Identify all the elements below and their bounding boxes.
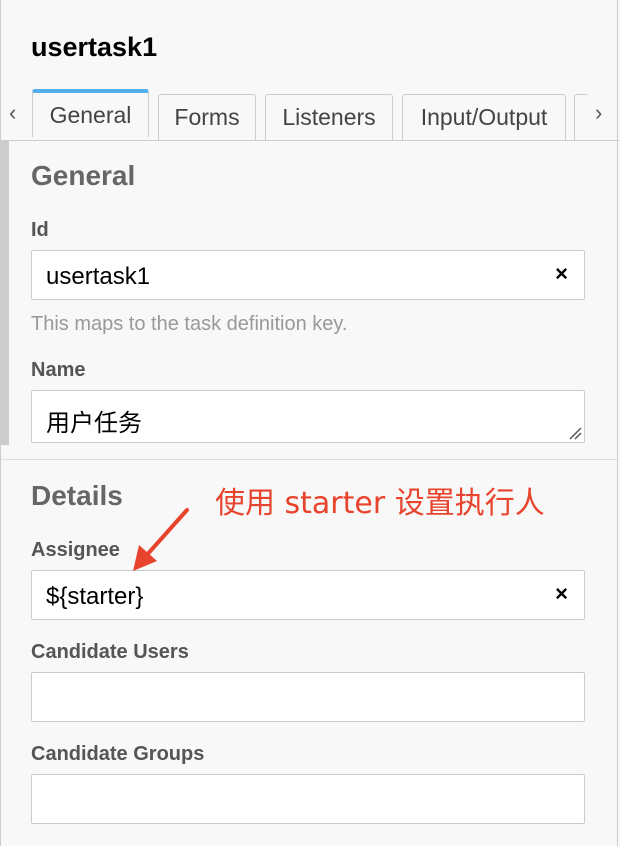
id-field[interactable]: usertask1 × <box>31 250 585 300</box>
candidate-users-label: Candidate Users <box>31 641 189 663</box>
candidate-groups-label: Candidate Groups <box>31 743 205 765</box>
name-value: 用户任务 <box>46 410 142 437</box>
annotation-text: 使用 starter 设置执行人 <box>215 486 545 521</box>
assignee-label: Assignee <box>31 539 120 561</box>
assignee-clear-icon[interactable]: × <box>555 581 568 607</box>
general-section-bar <box>1 141 9 445</box>
annotation-arrow-icon <box>133 508 189 571</box>
resize-handle-icon[interactable] <box>568 426 582 440</box>
tab-overflow[interactable] <box>574 94 588 140</box>
tab-input-output[interactable]: Input/Output <box>402 94 566 140</box>
assignee-value: ${starter} <box>46 583 144 610</box>
name-label: Name <box>31 359 86 381</box>
element-title: usertask1 <box>31 32 158 62</box>
id-hint: This maps to the task definition key. <box>31 313 348 335</box>
id-label: Id <box>31 219 49 241</box>
tabs-prev-arrow-icon[interactable]: ‹ <box>9 100 16 126</box>
assignee-field[interactable]: ${starter} × <box>31 570 585 620</box>
details-heading: Details <box>31 480 123 511</box>
tab-general[interactable]: General <box>32 89 149 137</box>
candidate-users-field[interactable] <box>31 672 585 722</box>
tab-bar: ‹ General Forms Listeners Input/Output › <box>1 86 619 141</box>
name-textarea[interactable]: 用户任务 <box>31 390 585 443</box>
id-value: usertask1 <box>46 263 151 290</box>
properties-panel: usertask1 ‹ General Forms Listeners Inpu… <box>0 0 619 846</box>
section-divider <box>1 459 619 460</box>
general-heading: General <box>31 160 136 191</box>
tab-listeners[interactable]: Listeners <box>265 94 393 140</box>
tab-forms[interactable]: Forms <box>158 94 256 140</box>
tabs-next-arrow-icon[interactable]: › <box>595 100 602 126</box>
id-clear-icon[interactable]: × <box>555 261 568 287</box>
candidate-groups-field[interactable] <box>31 774 585 824</box>
